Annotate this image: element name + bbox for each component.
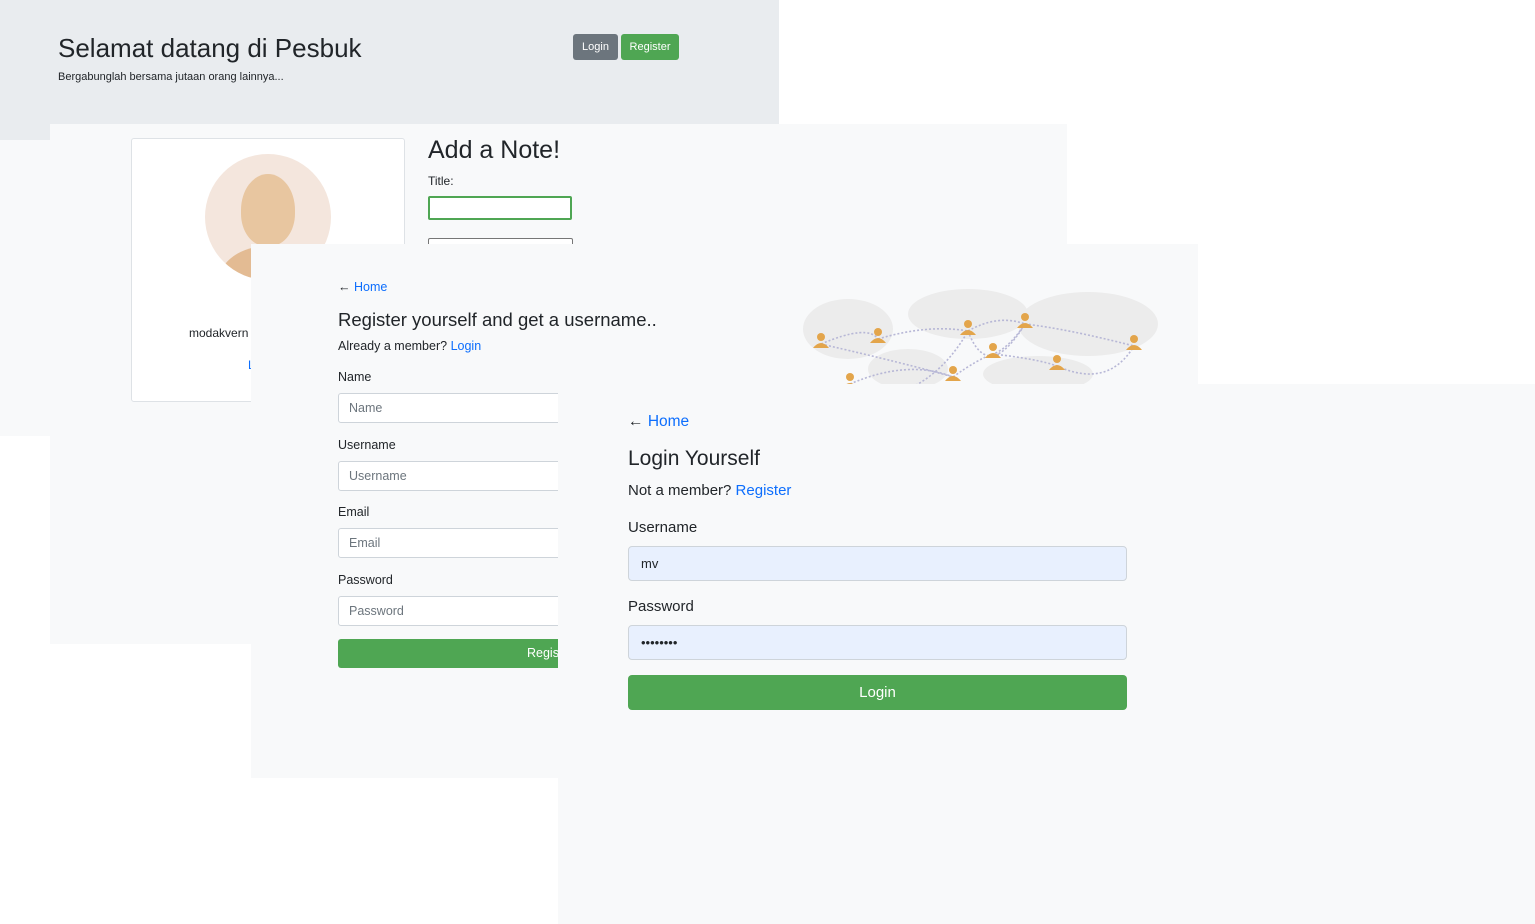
login-button[interactable]: Login xyxy=(573,34,618,60)
login-link[interactable]: Login xyxy=(451,339,482,353)
note-heading: Add a Note! xyxy=(428,136,561,164)
name-label: Name xyxy=(338,370,372,384)
login-member-prompt: Not a member? Register xyxy=(628,482,791,499)
register-link[interactable]: Register xyxy=(736,482,792,499)
member-prompt-text: Not a member? xyxy=(628,482,732,499)
back-home[interactable]: ← Home xyxy=(628,413,689,431)
arrow-left-icon: ← xyxy=(338,280,351,294)
password-input[interactable] xyxy=(628,625,1127,660)
login-heading: Login Yourself xyxy=(628,447,760,470)
login-window: ← Home Login Yourself Not a member? Regi… xyxy=(558,384,1535,924)
profile-email: modakvern xyxy=(189,326,249,340)
username-label: Username xyxy=(628,519,698,536)
register-button[interactable]: Register xyxy=(621,34,679,60)
email-label: Email xyxy=(338,505,370,519)
landing-subtitle: Bergabunglah bersama jutaan orang lainny… xyxy=(58,71,284,83)
arrow-left-icon: ← xyxy=(628,413,644,430)
member-prompt-text: Already a member? xyxy=(338,339,448,353)
home-link[interactable]: Home xyxy=(648,413,689,430)
home-link[interactable]: Home xyxy=(354,280,387,294)
register-submit-label: Regis xyxy=(527,646,559,660)
note-title-label: Title: xyxy=(428,174,454,188)
jumbotron: Selamat datang di Pesbuk Bergabunglah be… xyxy=(0,0,779,140)
note-title-input[interactable] xyxy=(428,196,572,220)
password-label: Password xyxy=(338,573,393,587)
back-home[interactable]: ← Home xyxy=(338,280,387,294)
landing-title: Selamat datang di Pesbuk xyxy=(58,33,362,63)
login-submit-button[interactable]: Login xyxy=(628,675,1127,710)
register-heading: Register yourself and get a username.. xyxy=(338,309,657,330)
password-label: Password xyxy=(628,598,694,615)
network-map-illustration xyxy=(803,289,1158,384)
register-member-prompt: Already a member? Login xyxy=(338,339,481,353)
username-input[interactable] xyxy=(628,546,1127,581)
username-label: Username xyxy=(338,438,396,452)
